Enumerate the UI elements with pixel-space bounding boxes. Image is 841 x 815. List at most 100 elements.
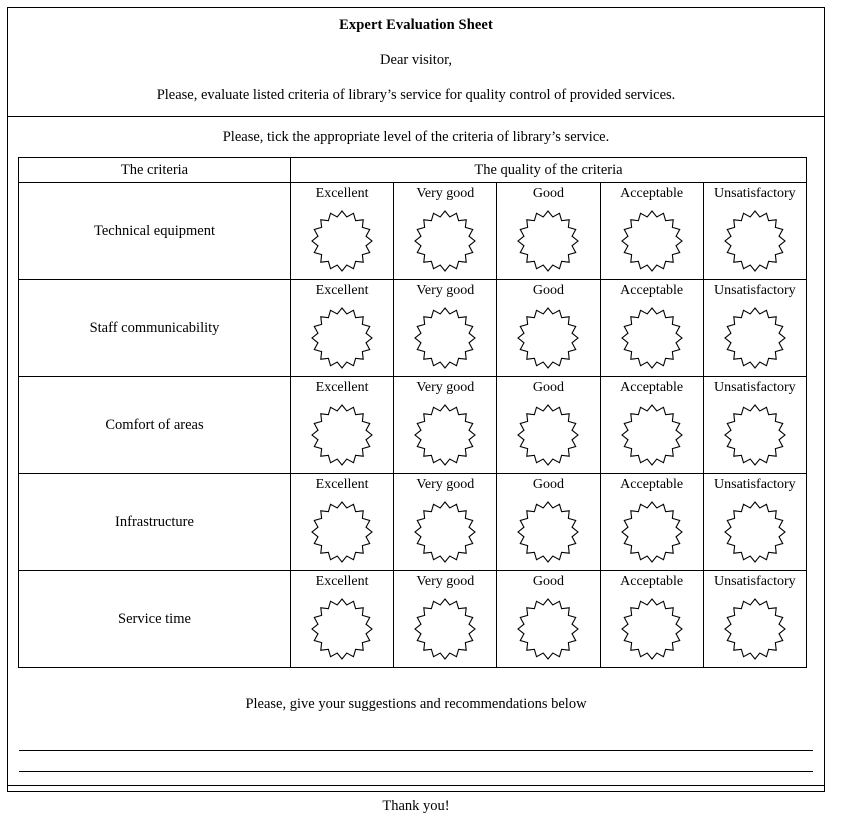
write-in-line[interactable] — [19, 751, 813, 772]
rating-cell[interactable]: Excellent — [289, 376, 395, 474]
table-row: Comfort of areas Excellent Very good Good Ac… — [18, 376, 807, 474]
criterion-label: Staff communicability — [18, 279, 291, 377]
rating-cell[interactable]: Very good — [393, 182, 498, 280]
rating-level-label: Unsatisfactory — [714, 477, 796, 492]
rating-cell[interactable]: Unsatisfactory — [702, 473, 807, 571]
rating-level-label: Very good — [416, 283, 475, 298]
evaluation-instruction: Please, evaluate listed criteria of libr… — [156, 87, 676, 103]
rating-level-label: Good — [532, 477, 565, 492]
rating-level-label: Good — [532, 186, 565, 201]
table-row: Service time Excellent Very good Good Accept… — [18, 570, 807, 668]
rating-level-label: Excellent — [315, 477, 369, 492]
intro-block: Expert Evaluation Sheet Dear visitor, Pl… — [8, 8, 824, 117]
rating-cell[interactable]: Acceptable — [599, 473, 704, 571]
rating-level-label: Very good — [416, 574, 475, 589]
rating-level-label: Very good — [416, 477, 475, 492]
rating-cell[interactable]: Very good — [393, 473, 498, 571]
rating-cell[interactable]: Acceptable — [599, 570, 704, 668]
starburst-icon[interactable] — [601, 397, 703, 473]
starburst-icon[interactable] — [291, 494, 393, 570]
starburst-icon[interactable] — [497, 591, 599, 667]
rating-level-label: Unsatisfactory — [714, 574, 796, 589]
rating-cell[interactable]: Excellent — [289, 473, 395, 571]
starburst-icon[interactable] — [704, 494, 806, 570]
rating-table: The criteria The quality of the criteria T… — [18, 157, 807, 668]
table-header-row: The criteria The quality of the criteria — [18, 157, 807, 183]
starburst-icon[interactable] — [394, 591, 496, 667]
rating-cell[interactable]: Unsatisfactory — [702, 182, 807, 280]
rating-level-label: Excellent — [315, 380, 369, 395]
starburst-icon[interactable] — [704, 397, 806, 473]
rating-level-label: Acceptable — [620, 574, 684, 589]
write-in-line[interactable] — [19, 730, 813, 751]
evaluation-sheet: Expert Evaluation Sheet Dear visitor, Pl… — [7, 7, 825, 814]
rating-level-label: Unsatisfactory — [714, 186, 796, 201]
rating-cell[interactable]: Excellent — [289, 279, 395, 377]
rating-cell[interactable]: Good — [496, 182, 601, 280]
write-in-lines — [8, 730, 824, 772]
starburst-icon[interactable] — [291, 300, 393, 376]
rating-cell[interactable]: Good — [496, 279, 601, 377]
starburst-icon[interactable] — [291, 203, 393, 279]
starburst-icon[interactable] — [704, 203, 806, 279]
starburst-icon[interactable] — [601, 300, 703, 376]
rating-level-label: Excellent — [315, 283, 369, 298]
starburst-icon[interactable] — [601, 591, 703, 667]
tick-instruction: Please, tick the appropriate level of th… — [222, 129, 610, 145]
rating-cell[interactable]: Very good — [393, 570, 498, 668]
salutation: Dear visitor, — [380, 52, 452, 68]
rating-cell[interactable]: Very good — [393, 279, 498, 377]
rating-cell[interactable]: Good — [496, 376, 601, 474]
rating-level-label: Acceptable — [620, 186, 684, 201]
rating-level-label: Acceptable — [620, 477, 684, 492]
starburst-icon[interactable] — [394, 300, 496, 376]
rating-table-wrap: The criteria The quality of the criteria T… — [8, 157, 824, 668]
rating-cell[interactable]: Excellent — [289, 182, 395, 280]
starburst-icon[interactable] — [497, 203, 599, 279]
table-row: Staff communicability Excellent Very good G… — [18, 279, 807, 377]
rating-cell[interactable]: Excellent — [289, 570, 395, 668]
rating-cell[interactable]: Very good — [393, 376, 498, 474]
rating-level-label: Acceptable — [620, 283, 684, 298]
criterion-label: Technical equipment — [18, 182, 291, 280]
rating-cell[interactable]: Good — [496, 473, 601, 571]
table-row: Infrastructure Excellent Very good Good Acce… — [18, 473, 807, 571]
rating-level-label: Excellent — [315, 574, 369, 589]
suggestions-prompt: Please, give your suggestions and recomm… — [245, 696, 587, 712]
rating-level-label: Unsatisfactory — [714, 380, 796, 395]
rating-level-label: Acceptable — [620, 380, 684, 395]
starburst-icon[interactable] — [704, 300, 806, 376]
starburst-icon[interactable] — [601, 494, 703, 570]
rating-level-label: Good — [532, 380, 565, 395]
starburst-icon[interactable] — [394, 397, 496, 473]
criterion-label: Service time — [18, 570, 291, 668]
starburst-icon[interactable] — [394, 494, 496, 570]
rating-level-label: Good — [532, 283, 565, 298]
rating-cell[interactable]: Good — [496, 570, 601, 668]
rating-cell[interactable]: Acceptable — [599, 376, 704, 474]
table-row: Technical equipment Excellent Very good Goo… — [18, 182, 807, 280]
rating-cell[interactable]: Unsatisfactory — [702, 376, 807, 474]
rating-level-label: Unsatisfactory — [714, 283, 796, 298]
page-title: Expert Evaluation Sheet — [339, 17, 493, 33]
criterion-label: Comfort of areas — [18, 376, 291, 474]
rating-level-label: Good — [532, 574, 565, 589]
rating-level-label: Very good — [416, 380, 475, 395]
rating-level-label: Excellent — [315, 186, 369, 201]
starburst-icon[interactable] — [394, 203, 496, 279]
criterion-label: Infrastructure — [18, 473, 291, 571]
quality-header: The quality of the criteria — [290, 157, 807, 183]
rating-cell[interactable]: Unsatisfactory — [702, 570, 807, 668]
rating-cell[interactable]: Unsatisfactory — [702, 279, 807, 377]
rating-cell[interactable]: Acceptable — [599, 279, 704, 377]
criteria-header: The criteria — [18, 157, 291, 183]
starburst-icon[interactable] — [497, 494, 599, 570]
rating-level-label: Very good — [416, 186, 475, 201]
starburst-icon[interactable] — [601, 203, 703, 279]
starburst-icon[interactable] — [291, 591, 393, 667]
starburst-icon[interactable] — [497, 397, 599, 473]
starburst-icon[interactable] — [497, 300, 599, 376]
starburst-icon[interactable] — [291, 397, 393, 473]
starburst-icon[interactable] — [704, 591, 806, 667]
rating-cell[interactable]: Acceptable — [599, 182, 704, 280]
